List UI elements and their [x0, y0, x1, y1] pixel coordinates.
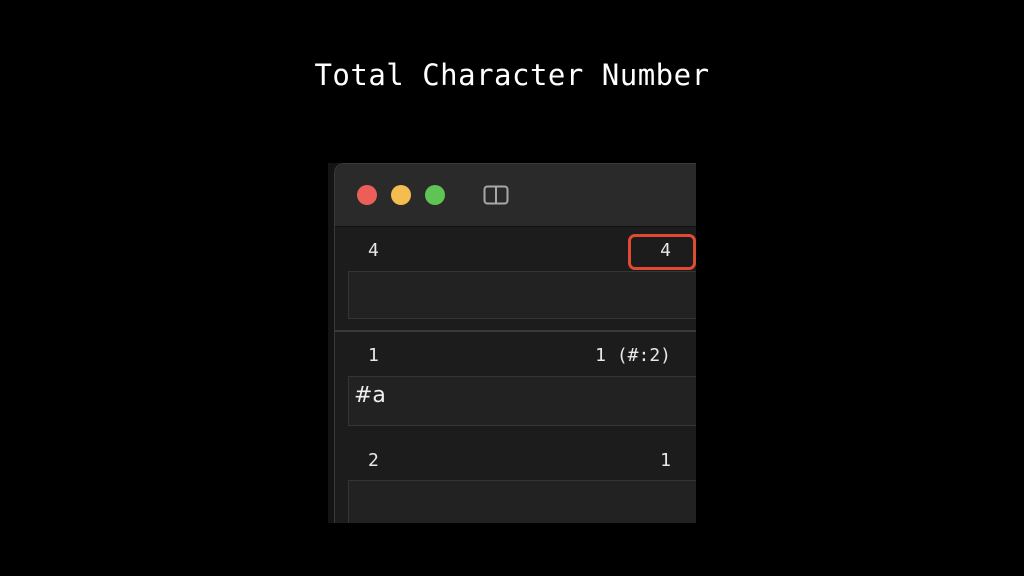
- row-index: 4: [368, 240, 379, 261]
- row-header: 1 1 (#:2): [335, 335, 696, 375]
- sidebar-toggle-icon[interactable]: [483, 184, 509, 206]
- row-character-count: 1 (#:2): [595, 345, 671, 366]
- row-index: 1: [368, 345, 379, 366]
- text-field[interactable]: [348, 271, 696, 319]
- list-item[interactable]: 2 1: [335, 438, 696, 523]
- title-bar: [335, 164, 696, 227]
- list-item[interactable]: 4 4: [335, 226, 696, 332]
- slide-title: Total Character Number: [314, 58, 710, 92]
- row-index: 2: [368, 450, 379, 471]
- text-field[interactable]: [348, 480, 696, 523]
- close-button[interactable]: [357, 185, 377, 205]
- window-frame: 4 4 1 1 (#:2) #a 2 1: [334, 163, 696, 523]
- text-field[interactable]: #a: [348, 376, 696, 426]
- row-character-count: 4: [660, 240, 671, 261]
- zoom-button[interactable]: [425, 185, 445, 205]
- minimize-button[interactable]: [391, 185, 411, 205]
- row-header: 4 4: [335, 230, 696, 270]
- row-character-count: 1: [660, 450, 671, 471]
- row-header: 2 1: [335, 440, 696, 480]
- list-item[interactable]: 1 1 (#:2) #a: [335, 332, 696, 438]
- app-window: 4 4 1 1 (#:2) #a 2 1: [328, 163, 696, 523]
